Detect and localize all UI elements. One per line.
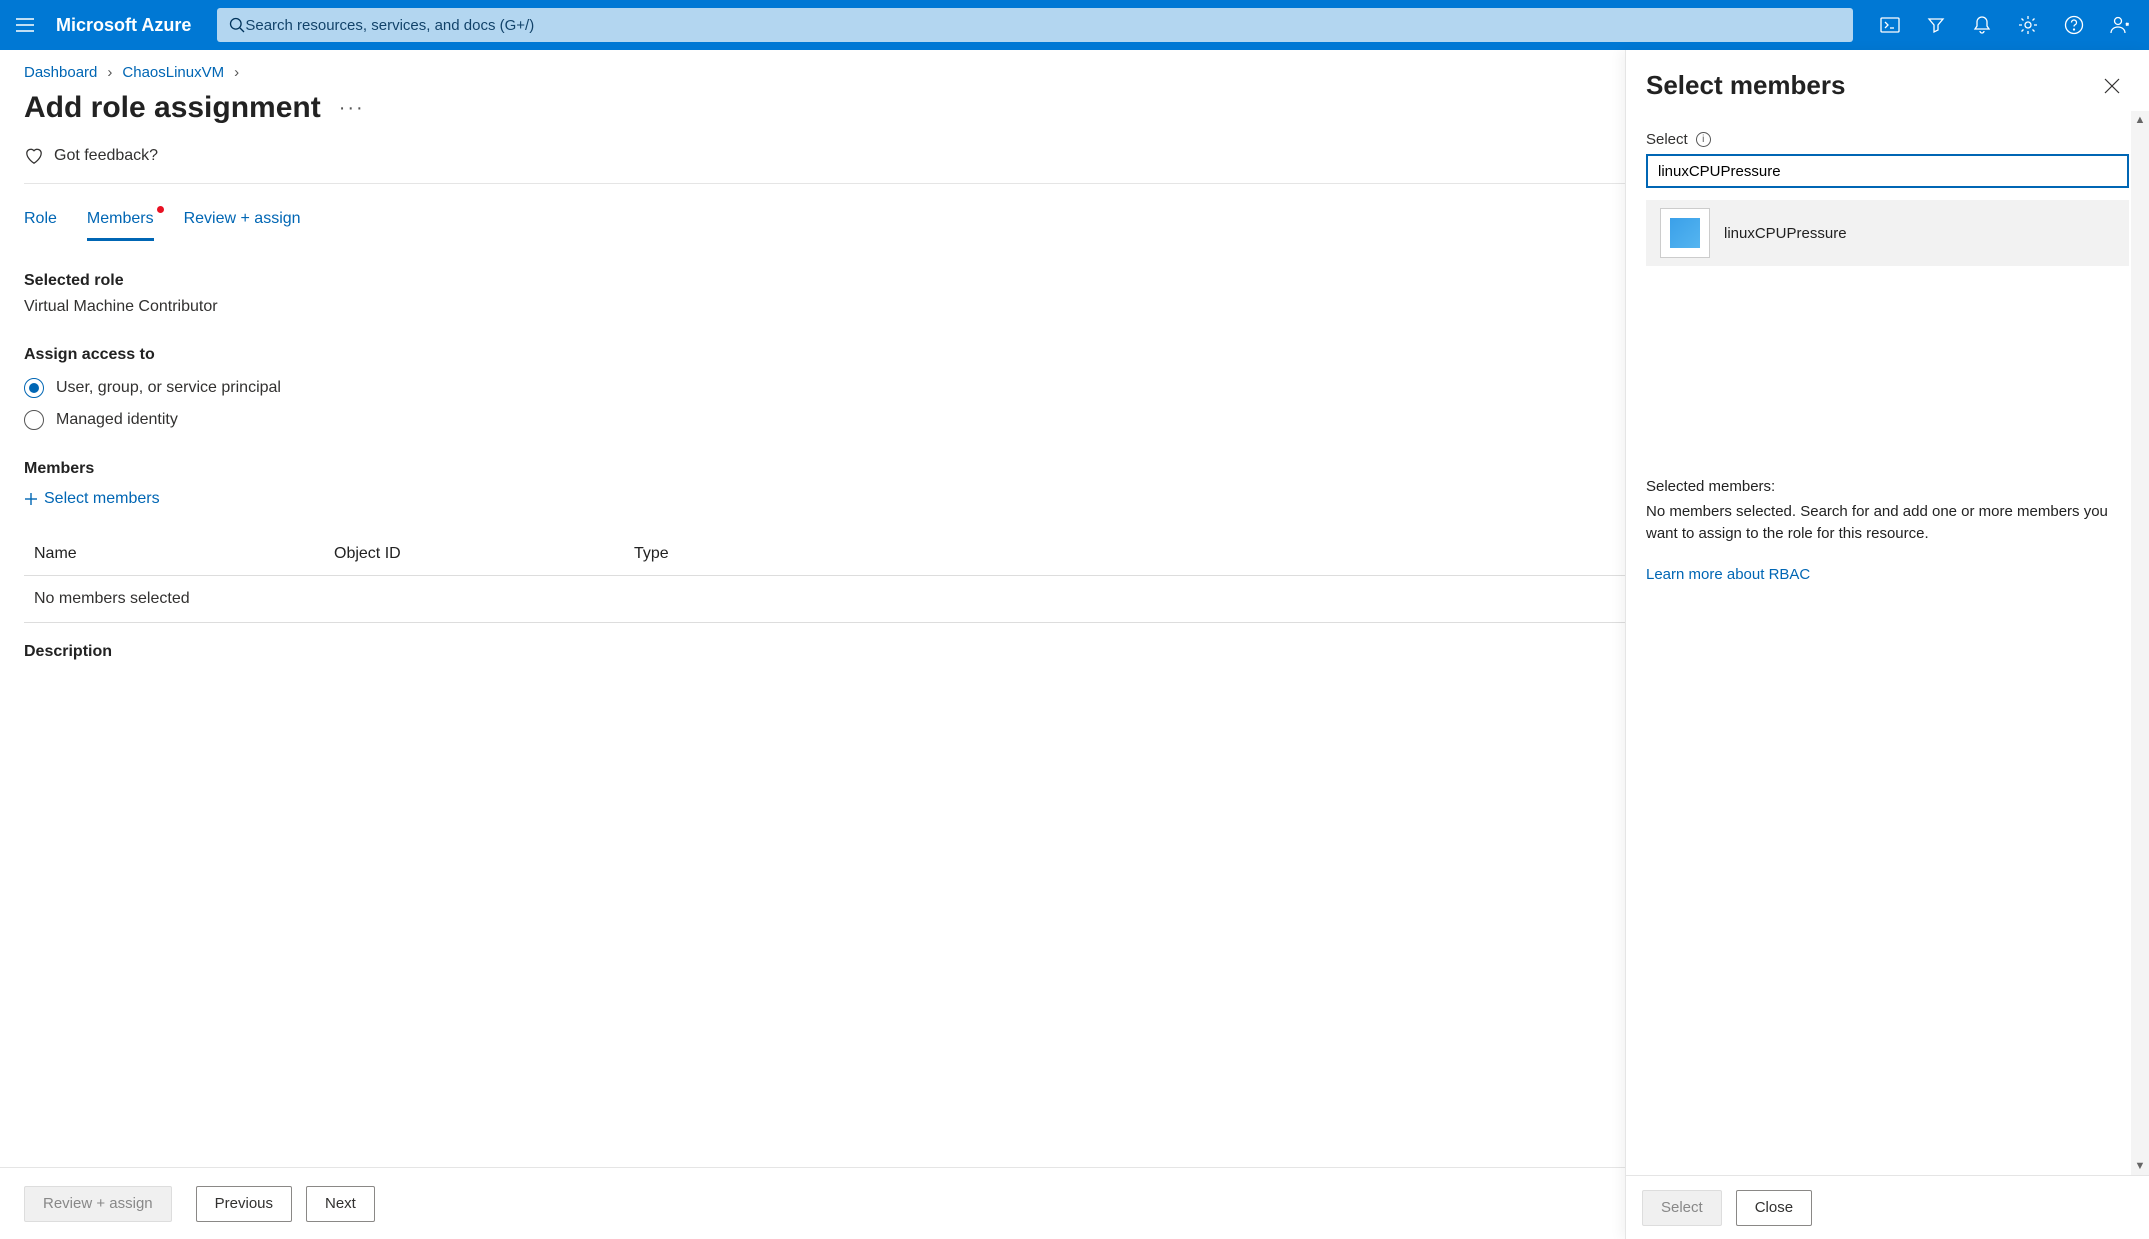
- close-icon[interactable]: [2099, 73, 2125, 99]
- chevron-right-icon: ›: [107, 64, 112, 81]
- heart-icon: [24, 147, 44, 165]
- review-assign-button[interactable]: Review + assign: [24, 1186, 172, 1222]
- panel-footer: Select Close: [1626, 1175, 2149, 1239]
- tab-role[interactable]: Role: [24, 210, 57, 241]
- tab-indicator-dot: [157, 206, 164, 213]
- result-label: linuxCPUPressure: [1724, 225, 1847, 242]
- col-name: Name: [34, 545, 334, 563]
- tab-members-label: Members: [87, 210, 154, 227]
- hamburger-menu-icon[interactable]: [0, 18, 50, 32]
- breadcrumb-resource[interactable]: ChaosLinuxVM: [122, 64, 224, 81]
- panel-select-button[interactable]: Select: [1642, 1190, 1722, 1226]
- chevron-right-icon: ›: [234, 64, 239, 81]
- top-icon-bar: [1861, 0, 2149, 50]
- filter-icon[interactable]: [1913, 0, 1959, 50]
- global-search[interactable]: [217, 8, 1853, 42]
- search-result-item[interactable]: linuxCPUPressure: [1646, 200, 2129, 266]
- scroll-down-icon[interactable]: ▼: [2131, 1157, 2149, 1175]
- scroll-up-icon[interactable]: ▲: [2131, 111, 2149, 129]
- notifications-icon[interactable]: [1959, 0, 2005, 50]
- radio-user-label: User, group, or service principal: [56, 379, 281, 397]
- panel-scrollbar[interactable]: ▲ ▼: [2131, 111, 2149, 1175]
- panel-title: Select members: [1646, 70, 1845, 101]
- page-title: Add role assignment: [24, 91, 321, 125]
- feedback-label: Got feedback?: [54, 147, 158, 165]
- search-icon: [229, 17, 245, 33]
- next-button[interactable]: Next: [306, 1186, 375, 1222]
- result-thumbnail-icon: [1660, 208, 1710, 258]
- tab-members[interactable]: Members: [87, 210, 154, 241]
- account-icon[interactable]: [2097, 0, 2143, 50]
- help-icon[interactable]: [2051, 0, 2097, 50]
- rbac-link[interactable]: Learn more about RBAC: [1646, 564, 1810, 587]
- selected-members-message: No members selected. Search for and add …: [1646, 501, 2129, 546]
- brand-label[interactable]: Microsoft Azure: [50, 15, 209, 36]
- panel-close-button[interactable]: Close: [1736, 1190, 1812, 1226]
- select-members-panel: Select members Select i linuxCPUPressure…: [1625, 50, 2149, 1239]
- radio-icon: [24, 378, 44, 398]
- radio-managed-label: Managed identity: [56, 411, 178, 429]
- top-bar: Microsoft Azure: [0, 0, 2149, 50]
- tab-review-assign[interactable]: Review + assign: [184, 210, 301, 241]
- settings-gear-icon[interactable]: [2005, 0, 2051, 50]
- plus-icon: [24, 492, 38, 506]
- info-icon[interactable]: i: [1696, 132, 1711, 147]
- selected-members-label: Selected members:: [1646, 476, 2129, 499]
- col-object-id: Object ID: [334, 545, 634, 563]
- select-members-link-label: Select members: [44, 490, 160, 508]
- previous-button[interactable]: Previous: [196, 1186, 292, 1222]
- radio-icon: [24, 410, 44, 430]
- breadcrumb-dashboard[interactable]: Dashboard: [24, 64, 97, 81]
- search-input[interactable]: [245, 17, 1841, 34]
- more-actions-icon[interactable]: ···: [339, 97, 365, 120]
- select-members-input[interactable]: [1646, 154, 2129, 188]
- cloud-shell-icon[interactable]: [1867, 0, 1913, 50]
- panel-field-label: Select: [1646, 131, 1688, 148]
